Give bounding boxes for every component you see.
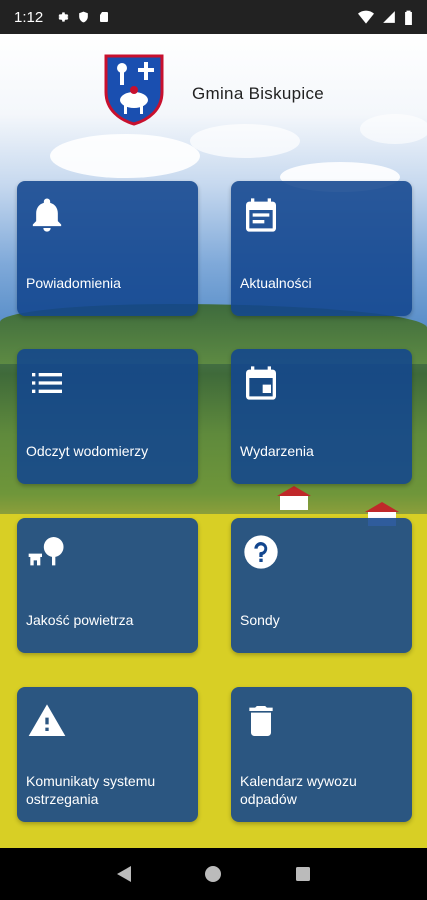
tile-warning-system[interactable]: Komunikaty systemu ostrzegania bbox=[17, 687, 198, 822]
tile-label: Komunikaty systemu ostrzegania bbox=[26, 773, 156, 807]
shield-status-icon bbox=[79, 11, 89, 23]
wifi-icon bbox=[358, 10, 374, 24]
tile-polls[interactable]: Sondy bbox=[231, 518, 412, 653]
settings-status-icon bbox=[58, 12, 69, 22]
battery-icon bbox=[405, 10, 412, 25]
status-time: 1:12 bbox=[14, 8, 44, 26]
back-icon[interactable] bbox=[116, 865, 132, 883]
bell-icon bbox=[32, 198, 62, 232]
list-icon bbox=[32, 373, 62, 393]
tile-label: Jakość powietrza bbox=[26, 612, 134, 628]
tile-events[interactable]: Wydarzenia bbox=[231, 349, 412, 484]
tile-news[interactable]: Aktualności bbox=[231, 181, 412, 316]
recents-icon[interactable] bbox=[295, 866, 311, 882]
tile-label: Wydarzenia bbox=[240, 443, 314, 459]
tile-label: Sondy bbox=[240, 612, 280, 628]
tree-bench-icon bbox=[28, 537, 64, 566]
tile-label: Kalendarz wywozu odpadów bbox=[240, 773, 357, 807]
municipality-title: Gmina Biskupice bbox=[192, 84, 325, 103]
status-bar: 1:12 bbox=[0, 0, 427, 34]
app-header: Gmina Biskupice bbox=[0, 34, 427, 144]
app-content: Gmina Biskupice Powiadomienia Aktualnośc… bbox=[0, 34, 427, 848]
sd-card-status-icon bbox=[100, 12, 109, 22]
tile-label: Odczyt wodomierzy bbox=[26, 443, 149, 459]
tile-water-meter-reading[interactable]: Odczyt wodomierzy bbox=[17, 349, 198, 484]
news-icon bbox=[246, 198, 276, 232]
home-icon[interactable] bbox=[204, 865, 222, 883]
signal-icon bbox=[383, 11, 395, 23]
coat-of-arms-logo bbox=[104, 54, 164, 126]
question-icon bbox=[244, 535, 278, 569]
tile-notifications[interactable]: Powiadomienia bbox=[17, 181, 198, 316]
trash-icon bbox=[249, 706, 273, 736]
tile-label: Aktualności bbox=[240, 275, 312, 291]
tile-label: Powiadomienia bbox=[26, 275, 121, 291]
system-nav-bar bbox=[0, 848, 427, 900]
calendar-icon bbox=[246, 366, 276, 400]
tile-waste-calendar[interactable]: Kalendarz wywozu odpadów bbox=[231, 687, 412, 822]
warning-icon bbox=[28, 704, 66, 736]
tile-air-quality[interactable]: Jakość powietrza bbox=[17, 518, 198, 653]
